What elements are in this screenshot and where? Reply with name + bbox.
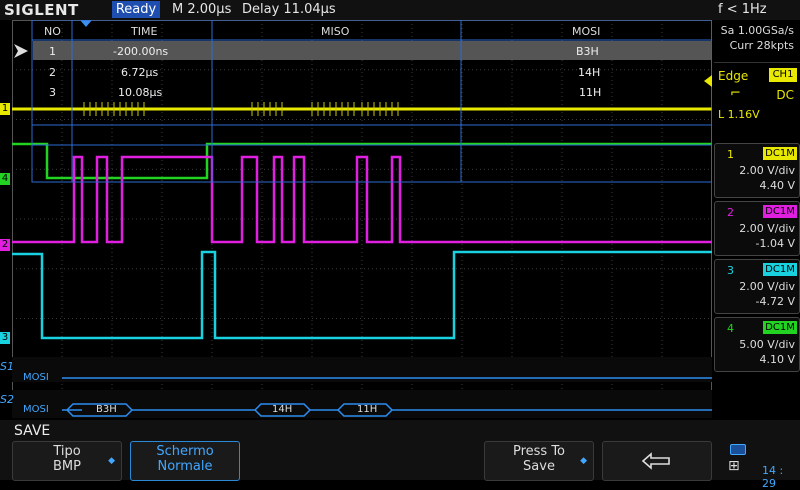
clock: 14 : 29: [762, 464, 784, 490]
channel-number: 3: [727, 264, 734, 277]
top-status-bar: SIGLENT Ready M 2.00µs Delay 11.04µs f <…: [0, 0, 800, 20]
row1-no[interactable]: 1: [49, 45, 56, 58]
cycle-arrow-icon: ◆: [580, 456, 587, 466]
trigger-marker-icon: [704, 75, 712, 87]
col-mosi-header: MOSI: [572, 25, 601, 38]
softkey-bar: SAVE Tipo BMP ◆ Schermo Normale Press To…: [0, 420, 800, 490]
row2-time[interactable]: 6.72µs: [121, 66, 158, 79]
row3-time[interactable]: 10.08µs: [118, 86, 162, 99]
channel-number: 2: [727, 206, 734, 219]
trigger-level: L 1.16V: [718, 108, 760, 121]
row2-mosi[interactable]: 14H: [578, 66, 600, 79]
schermo-button[interactable]: Schermo Normale: [130, 441, 240, 481]
tipo-button[interactable]: Tipo BMP ◆: [12, 441, 122, 481]
bus2-label: MOSI: [23, 404, 49, 415]
ch2-marker[interactable]: 2: [0, 239, 10, 251]
waveform-display[interactable]: [12, 20, 712, 418]
siglent-logo: SIGLENT: [4, 1, 79, 19]
trigger-type: Edge: [718, 69, 749, 83]
bus2-packet-1: B3H: [96, 404, 117, 415]
back-button[interactable]: [602, 441, 712, 481]
col-miso-header: MISO: [321, 25, 350, 38]
channel-3-panel[interactable]: 3 DC1M 2.00 V/div -4.72 V: [714, 259, 800, 314]
memory-depth: Curr 28kpts: [729, 39, 794, 52]
channel-vdiv: 2.00 V/div: [739, 222, 795, 235]
battery-icon: [730, 444, 746, 455]
bus1-label: MOSI: [23, 372, 49, 383]
schermo-label: Schermo: [156, 444, 214, 459]
channel-coupling-badge: DC1M: [763, 205, 797, 218]
channel-vdiv: 2.00 V/div: [739, 164, 795, 177]
row1-time[interactable]: -200.00ns: [113, 45, 168, 58]
tipo-label: Tipo: [53, 444, 81, 459]
bus2-packet-3: 11H: [357, 404, 378, 415]
cycle-arrow-icon: ◆: [108, 456, 115, 466]
channel-number: 4: [727, 322, 734, 335]
channel-offset: 4.40 V: [759, 179, 795, 192]
bus2-packet-2: 14H: [272, 404, 293, 415]
ch1-marker[interactable]: 1: [0, 103, 10, 115]
delay-readout[interactable]: Delay 11.04µs: [242, 2, 336, 17]
row3-no[interactable]: 3: [49, 86, 56, 99]
timebase-readout[interactable]: M 2.00µs: [172, 2, 231, 17]
press-label: Press To: [512, 444, 566, 459]
channel-offset: 4.10 V: [759, 353, 795, 366]
channel-coupling-badge: DC1M: [763, 263, 797, 276]
channel-offset: -4.72 V: [755, 295, 795, 308]
rising-edge-icon: ⌐: [730, 86, 741, 101]
channel-2-panel[interactable]: 2 DC1M 2.00 V/div -1.04 V: [714, 201, 800, 256]
row3-mosi[interactable]: 11H: [579, 86, 601, 99]
bus2-s-label: S2: [0, 393, 14, 406]
sample-rate: Sa 1.00GSa/s: [720, 24, 794, 37]
channel-coupling-badge: DC1M: [763, 147, 797, 160]
acquisition-panel[interactable]: Sa 1.00GSa/s Curr 28kpts: [714, 20, 800, 60]
channel-offset: -1.04 V: [755, 237, 795, 250]
ch3-marker[interactable]: 3: [0, 332, 10, 344]
channel-1-panel[interactable]: 1 DC1M 2.00 V/div 4.40 V: [714, 143, 800, 198]
save-label: Save: [523, 459, 555, 474]
trigger-source-badge: CH1: [769, 68, 797, 82]
col-no-header: NO: [44, 25, 61, 38]
bus1-s-label: S1: [0, 360, 14, 373]
row2-no[interactable]: 2: [49, 66, 56, 79]
channel-vdiv: 5.00 V/div: [739, 338, 795, 351]
ch4-marker[interactable]: 4: [0, 173, 10, 185]
row1-mosi[interactable]: B3H: [576, 45, 599, 58]
tipo-value: BMP: [53, 459, 81, 474]
press-to-save-button[interactable]: Press To Save ◆: [484, 441, 594, 481]
frequency-readout: f < 1Hz: [718, 2, 767, 17]
run-status-badge[interactable]: Ready: [112, 1, 160, 18]
col-time-header: TIME: [131, 25, 158, 38]
channel-4-panel[interactable]: 4 DC1M 5.00 V/div 4.10 V: [714, 317, 800, 372]
network-icon: ⊞: [728, 458, 740, 474]
menu-title: SAVE: [14, 423, 51, 439]
trigger-coupling: DC: [776, 88, 794, 102]
return-arrow-icon: [641, 452, 670, 470]
schermo-value: Normale: [157, 459, 213, 474]
channel-number: 1: [727, 148, 734, 161]
trigger-panel[interactable]: Edge CH1 ⌐ DC L 1.16V: [704, 62, 800, 132]
channel-vdiv: 2.00 V/div: [739, 280, 795, 293]
channel-coupling-badge: DC1M: [763, 321, 797, 334]
